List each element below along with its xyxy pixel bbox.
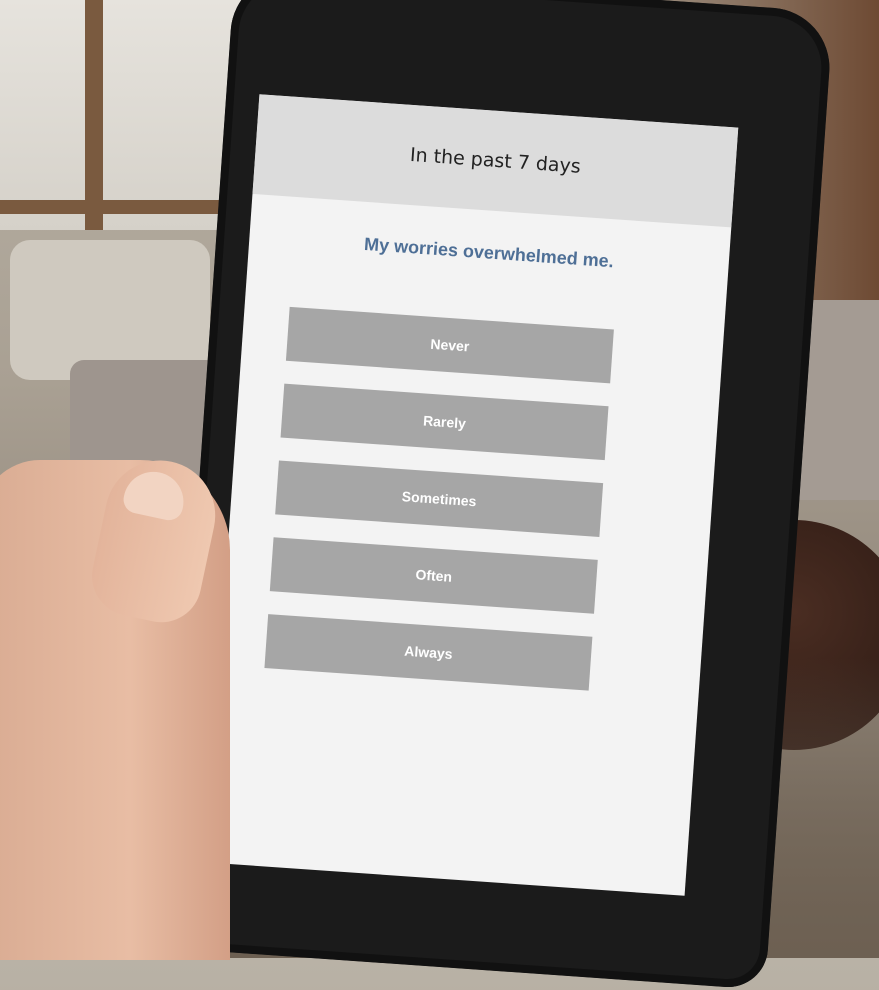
answer-often-button[interactable]: Often — [269, 537, 598, 614]
tablet-screen: In the past 7 days My worries overwhelme… — [205, 94, 739, 896]
answer-always-button[interactable]: Always — [264, 614, 593, 691]
answer-options: Never Rarely Sometimes Often Always — [263, 306, 614, 714]
answer-sometimes-button[interactable]: Sometimes — [275, 460, 604, 537]
answer-never-button[interactable]: Never — [285, 306, 614, 384]
answer-rarely-button[interactable]: Rarely — [280, 383, 609, 461]
window-frame — [85, 0, 103, 230]
survey-question: My worries overwhelmed me. — [363, 233, 615, 272]
background-chair — [10, 240, 210, 380]
